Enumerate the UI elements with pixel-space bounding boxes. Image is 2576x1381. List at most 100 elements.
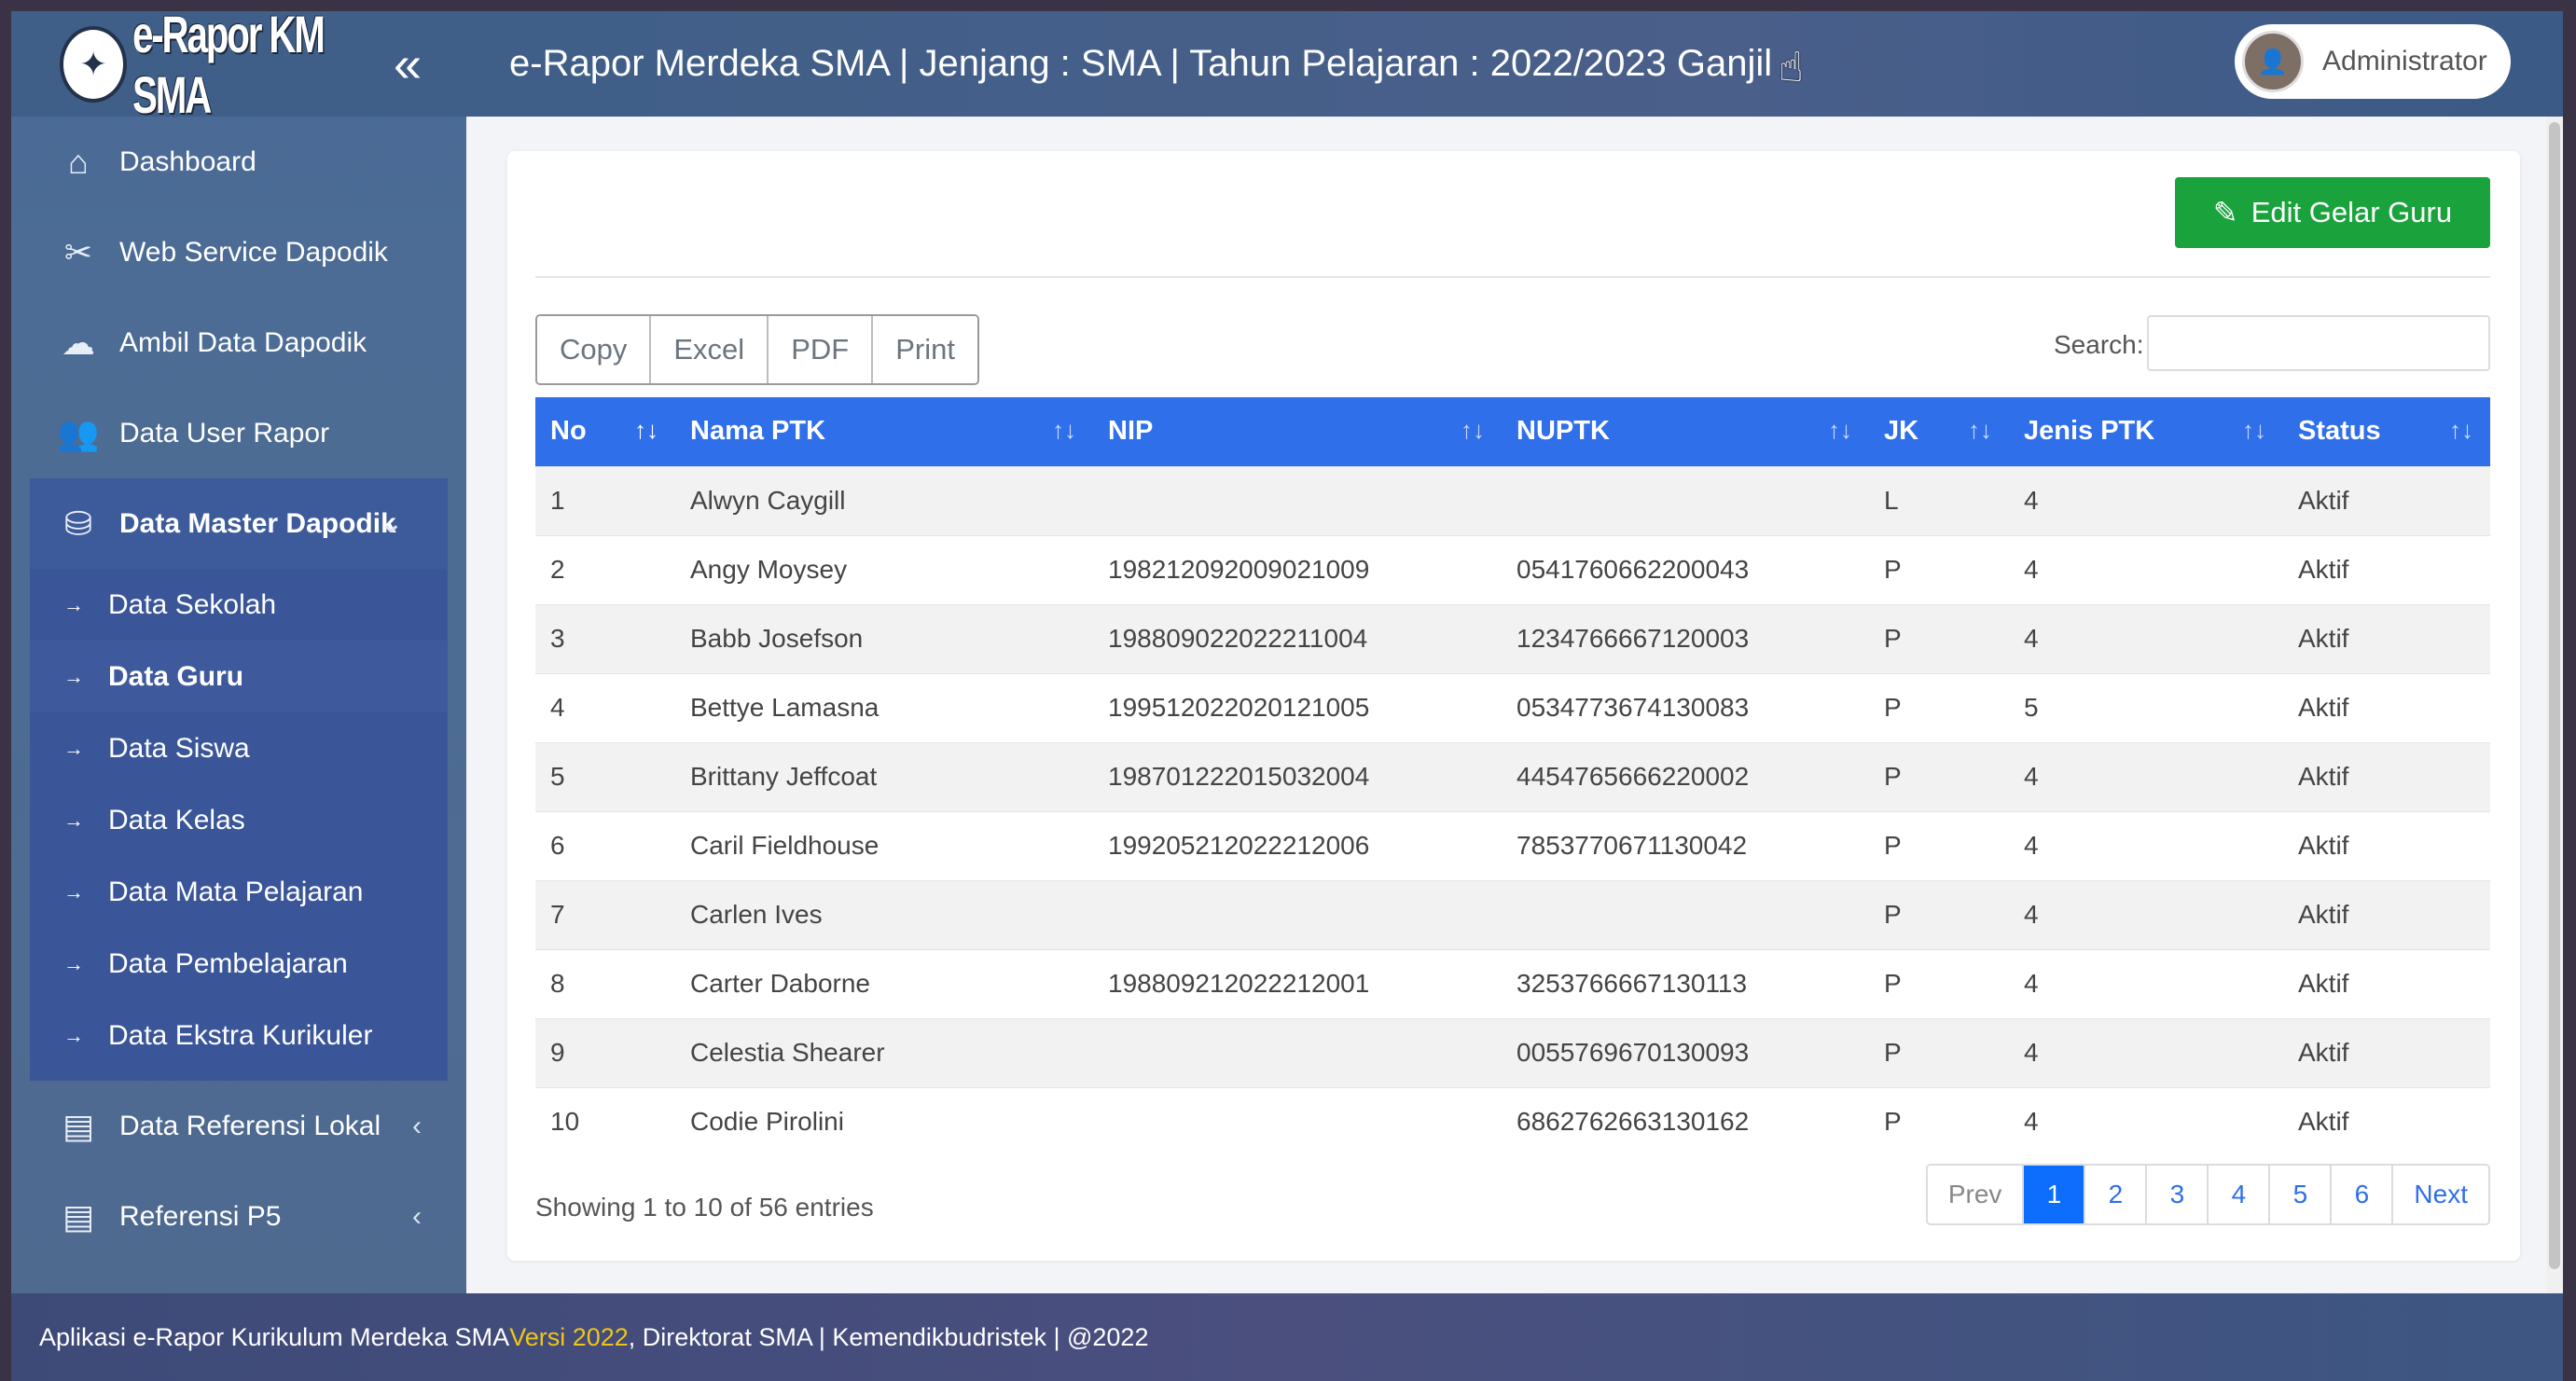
column-header-nip[interactable]: NIP ↑↓ [1093, 397, 1502, 466]
sidebar-item-data-user-rapor[interactable]: 👥 Data User Rapor [11, 388, 466, 478]
table-cell: 4 [2009, 810, 2283, 880]
submenu-item-data-siswa[interactable]: → Data Siswa [30, 712, 448, 784]
chevron-left-icon: ‹ [412, 1200, 422, 1232]
table-cell: 3 [535, 603, 675, 673]
submenu-item-label: Data Ekstra Kurikuler [108, 1019, 373, 1051]
edit-gelar-guru-button[interactable]: ✎ Edit Gelar Guru [2175, 177, 2490, 248]
copy-button[interactable]: Copy [537, 316, 652, 383]
table-cell: 1 [535, 465, 675, 535]
table-cell: Codie Pirolini [675, 1086, 1093, 1156]
topbar: e-Rapor Merdeka SMA | Jenjang : SMA | Ta… [466, 11, 2563, 117]
scrollbar[interactable] [2546, 117, 2563, 1293]
table-row: 5 Brittany Jeffcoat 198701222015032004 4454… [535, 741, 2490, 811]
table-cell: 2 [535, 534, 675, 604]
table-row: 1 Alwyn Caygill L 4 Aktif [535, 465, 2490, 535]
submenu-item-data-kelas[interactable]: → Data Kelas [30, 784, 448, 856]
table-row: 8 Carter Daborne 198809212022212001 3253766… [535, 948, 2490, 1018]
edit-icon: ✎ [2212, 196, 2238, 229]
table-cell: 4 [2009, 603, 2283, 673]
table-cell: 3253766667130113 [1502, 948, 1869, 1018]
table-cell: Brittany Jeffcoat [675, 741, 1093, 811]
column-header-nuptk[interactable]: NUPTK ↑↓ [1502, 397, 1869, 466]
page-button-3[interactable]: 3 [2147, 1166, 2209, 1223]
search-label: Search: [2054, 330, 2144, 359]
table-cell: P [1869, 672, 2009, 742]
table-row: 10 Codie Pirolini 6862762663130162 P 4 Aktif [535, 1086, 2490, 1156]
table-cell: 4 [2009, 534, 2283, 604]
table-info: Showing 1 to 10 of 56 entries [535, 1193, 874, 1222]
column-header-nama-ptk[interactable]: Nama PTK ↑↓ [675, 397, 1093, 466]
sidebar-item-label: Data User Rapor [119, 417, 330, 449]
table-cell: Aktif [2283, 603, 2490, 673]
page-button-1[interactable]: 1 [2024, 1166, 2086, 1223]
sidebar-item-data-referensi-lokal[interactable]: ▤ Data Referensi Lokal ‹ [11, 1081, 466, 1171]
table-cell: 4 [2009, 741, 2283, 811]
sidebar-item-label: Dashboard [119, 145, 256, 177]
arrow-right-icon: → [63, 664, 84, 688]
table-row: 4 Bettye Lamasna 199512022020121005 0534773… [535, 672, 2490, 742]
table-cell: P [1869, 741, 2009, 811]
table-cell: 199512022020121005 [1093, 672, 1502, 742]
search-input[interactable] [2147, 315, 2490, 371]
footer-text: Aplikasi e-Rapor Kurikulum Merdeka SMA [39, 1322, 510, 1351]
sidebar-item-dashboard[interactable]: ⌂ Dashboard [11, 117, 466, 207]
arrow-right-icon: → [63, 808, 84, 832]
sidebar: ✦ e-Rapor KM SMA « ⌂ Dashboard ✂ Web Ser… [11, 11, 466, 1293]
submenu-item-data-guru[interactable]: → Data Guru [30, 641, 448, 712]
table-cell: L [1869, 465, 2009, 535]
column-header-jk[interactable]: JK ↑↓ [1869, 397, 2009, 466]
table-cell: 198809022022211004 [1093, 603, 1502, 673]
submenu-item-label: Data Guru [108, 660, 244, 692]
table-cell: Babb Josefson [675, 603, 1093, 673]
prev-page-button[interactable]: Prev [1927, 1166, 2025, 1223]
table-cell: 7853770671130042 [1502, 810, 1869, 880]
table-cell: Celestia Shearer [675, 1017, 1093, 1087]
sidebar-item-web-service-dapodik[interactable]: ✂ Web Service Dapodik [11, 207, 466, 297]
submenu-item-data-mata-pelajaran[interactable]: → Data Mata Pelajaran [30, 856, 448, 928]
sort-icon: ↑↓ [2449, 416, 2473, 444]
table-cell: 4454765666220002 [1502, 741, 1869, 811]
sidebar-item-label: Web Service Dapodik [119, 236, 388, 268]
double-chevron-left-icon[interactable]: « [394, 39, 422, 90]
sidebar-item-label: Referensi P5 [119, 1200, 282, 1232]
arrow-right-icon: → [63, 879, 84, 904]
table-cell: Alwyn Caygill [675, 465, 1093, 535]
table-cell: 4 [535, 672, 675, 742]
table-cell: Aktif [2283, 1017, 2490, 1087]
page-title: e-Rapor Merdeka SMA | Jenjang : SMA | Ta… [509, 43, 1773, 84]
page-button-2[interactable]: 2 [2085, 1166, 2148, 1223]
table-cell: 6862762663130162 [1502, 1086, 1869, 1156]
column-header-no[interactable]: No ↑↓ [535, 397, 675, 466]
column-header-jenis-ptk[interactable]: Jenis PTK ↑↓ [2009, 397, 2283, 466]
chevron-down-icon: ⌄ [379, 508, 403, 539]
next-page-button[interactable]: Next [2393, 1166, 2488, 1223]
footer-text-after: , Direktorat SMA | Kemendikbudristek | @… [628, 1322, 1149, 1351]
pdf-button[interactable]: PDF [769, 316, 874, 383]
page-button-5[interactable]: 5 [2270, 1166, 2333, 1223]
submenu-item-data-pembelajaran[interactable]: → Data Pembelajaran [30, 928, 448, 1000]
users-icon: 👥 [57, 413, 100, 452]
table-cell: 198809212022212001 [1093, 948, 1502, 1018]
sidebar-item-referensi-p5[interactable]: ▤ Referensi P5 ‹ [11, 1171, 466, 1262]
arrow-right-icon: → [63, 592, 84, 616]
table-cell [1502, 879, 1869, 949]
user-name: Administrator [2322, 46, 2487, 76]
submenu-item-data-sekolah[interactable]: → Data Sekolah [30, 569, 448, 641]
sidebar-item-ambil-data-dapodik[interactable]: ☁ Ambil Data Dapodik [11, 297, 466, 388]
print-button[interactable]: Print [873, 316, 977, 383]
submenu-item-data-ekstra-kurikuler[interactable]: → Data Ekstra Kurikuler [30, 1000, 448, 1071]
sort-icon: ↑↓ [1461, 416, 1485, 444]
sidebar-item-data-master-dapodik[interactable]: ⛁ Data Master Dapodik ⌄ [30, 478, 448, 569]
excel-button[interactable]: Excel [651, 316, 769, 383]
user-menu[interactable]: 👤 Administrator [2235, 24, 2511, 99]
avatar: 👤 [2242, 31, 2304, 92]
table-cell: 4 [2009, 1086, 2283, 1156]
mouse-cursor-icon: ☝ [1779, 45, 1804, 90]
table-cell: 5 [2009, 672, 2283, 742]
sidebar-item-label: Data Master Dapodik [119, 507, 396, 539]
column-header-status[interactable]: Status ↑↓ [2283, 397, 2490, 466]
table-header-row: No ↑↓ Nama PTK ↑↓ NIP ↑↓ NUPTK ↑↓ JK ↑↓ Jenis… [535, 397, 2490, 466]
scrollbar-thumb[interactable] [2549, 122, 2560, 1269]
page-button-4[interactable]: 4 [2209, 1166, 2271, 1223]
page-button-6[interactable]: 6 [2332, 1166, 2394, 1223]
